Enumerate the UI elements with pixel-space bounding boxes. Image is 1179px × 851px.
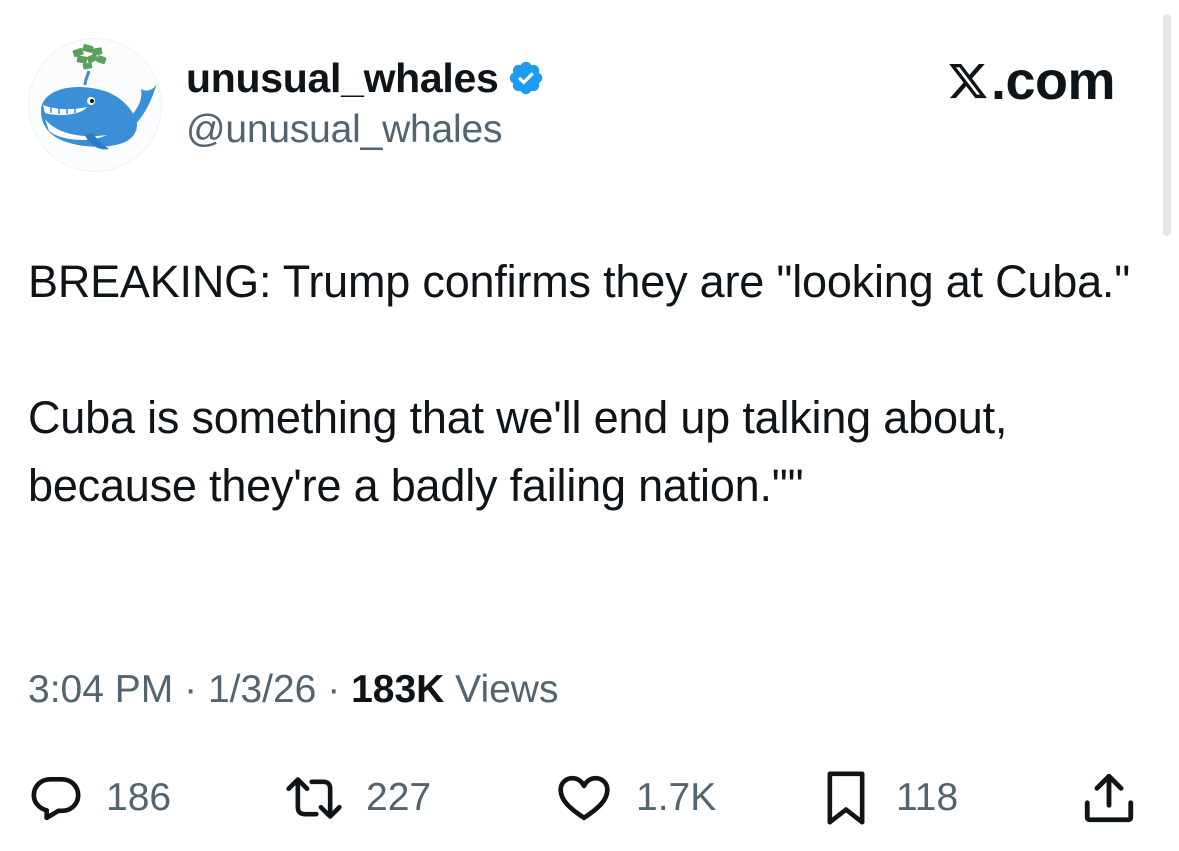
display-name-row[interactable]: unusual_whales xyxy=(186,54,545,102)
reply-count: 186 xyxy=(106,776,172,819)
like-button[interactable]: 1.7K xyxy=(554,766,716,830)
handle[interactable]: @unusual_whales xyxy=(186,108,502,152)
brand-label: .com xyxy=(990,51,1116,111)
x-logo-icon xyxy=(949,63,987,99)
scrollbar[interactable] xyxy=(1163,14,1171,236)
whale-icon xyxy=(41,44,157,150)
views-count: 183K xyxy=(351,668,445,711)
action-bar: 186 227 1.7K 118 xyxy=(0,766,1179,830)
repost-icon xyxy=(286,777,342,819)
meta-separator: · xyxy=(184,668,198,711)
bookmark-button[interactable]: 118 xyxy=(818,766,958,830)
verified-badge-icon xyxy=(509,61,542,95)
tweet-meta: 3:04 PM · 1/3/26 · 183K Views xyxy=(28,668,558,712)
meta-separator: · xyxy=(327,668,341,711)
views-label: Views xyxy=(455,668,559,711)
repost-count: 227 xyxy=(366,776,432,819)
repost-button[interactable]: 227 xyxy=(284,766,431,830)
like-count: 1.7K xyxy=(636,776,717,819)
share-icon xyxy=(1084,773,1134,823)
reply-button[interactable]: 186 xyxy=(28,766,171,830)
bookmark-count: 118 xyxy=(896,776,959,819)
reply-icon xyxy=(31,777,81,821)
tweet-time[interactable]: 3:04 PM xyxy=(28,668,173,711)
avatar[interactable] xyxy=(28,38,162,172)
tweet-paragraph: Cuba is something that we'll end up talk… xyxy=(28,392,1008,511)
display-name[interactable]: unusual_whales xyxy=(186,55,499,102)
brand-watermark: .com xyxy=(946,50,1116,112)
bookmark-icon xyxy=(827,771,865,825)
heart-icon xyxy=(558,775,610,821)
tweet-paragraph: BREAKING: Trump confirms they are "looki… xyxy=(28,256,1130,307)
tweet-date[interactable]: 1/3/26 xyxy=(208,668,316,711)
tweet-text: BREAKING: Trump confirms they are "looki… xyxy=(28,248,1138,520)
share-button[interactable] xyxy=(1080,766,1138,830)
